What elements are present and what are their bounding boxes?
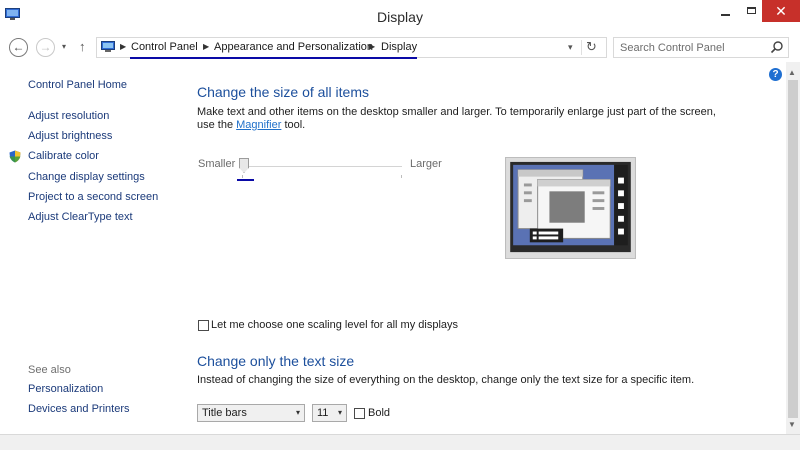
text-item-select[interactable]: Title bars ▾ bbox=[197, 404, 305, 422]
adjust-brightness-link[interactable]: Adjust brightness bbox=[28, 130, 112, 142]
magnifier-link[interactable]: Magnifier bbox=[236, 119, 281, 131]
size-slider-thumb[interactable] bbox=[239, 158, 249, 173]
scroll-down-icon[interactable]: ▼ bbox=[788, 420, 796, 429]
bold-checkbox-label[interactable]: Bold bbox=[368, 407, 390, 419]
uac-shield-icon bbox=[9, 150, 21, 163]
breadcrumb-control-panel[interactable]: Control Panel bbox=[131, 41, 198, 53]
bold-checkbox[interactable] bbox=[354, 408, 365, 419]
title-bar: Display ✕ bbox=[0, 0, 800, 34]
size-slider-track[interactable] bbox=[242, 166, 402, 167]
control-panel-home-link[interactable]: Control Panel Home bbox=[28, 79, 127, 91]
adjust-resolution-link[interactable]: Adjust resolution bbox=[28, 110, 109, 122]
size-description-line1: Make text and other items on the desktop… bbox=[197, 106, 716, 118]
slider-min-label: Smaller bbox=[198, 158, 236, 170]
close-icon: ✕ bbox=[775, 3, 787, 19]
slider-max-label: Larger bbox=[410, 158, 442, 170]
vertical-scrollbar[interactable]: ▲ ▼ bbox=[786, 62, 800, 434]
breadcrumb-separator-icon: ▶ bbox=[203, 42, 210, 51]
refresh-icon[interactable]: ↻ bbox=[586, 39, 597, 55]
breadcrumb-display[interactable]: Display bbox=[381, 41, 417, 53]
window-bottom-strip bbox=[0, 435, 800, 450]
search-box[interactable]: Search Control Panel bbox=[613, 37, 789, 58]
display-preview-image bbox=[505, 157, 636, 259]
navigation-bar: ← → ▾ ↑ ▶ Control Panel ▶ Appearance and… bbox=[0, 34, 800, 62]
slider-tick bbox=[401, 175, 402, 178]
one-scaling-level-label[interactable]: Let me choose one scaling level for all … bbox=[211, 319, 458, 331]
close-button[interactable]: ✕ bbox=[762, 0, 800, 22]
forward-button[interactable]: → bbox=[36, 38, 55, 57]
scroll-up-icon[interactable]: ▲ bbox=[788, 68, 796, 77]
text-size-select-value: 11 bbox=[317, 407, 329, 419]
text-size-heading: Change only the text size bbox=[197, 353, 355, 369]
text-size-select[interactable]: 11 ▾ bbox=[312, 404, 347, 422]
change-display-settings-link[interactable]: Change display settings bbox=[28, 171, 145, 183]
search-placeholder: Search Control Panel bbox=[620, 42, 725, 54]
search-icon[interactable] bbox=[770, 40, 784, 54]
text-item-select-value: Title bars bbox=[202, 407, 247, 419]
address-history-dropdown-icon[interactable]: ▾ bbox=[568, 42, 573, 53]
chevron-down-icon: ▾ bbox=[337, 408, 342, 417]
size-description-prefix: use the bbox=[197, 119, 237, 131]
see-also-heading: See also bbox=[28, 364, 71, 376]
help-button[interactable]: ? bbox=[769, 68, 782, 81]
calibrate-color-link[interactable]: Calibrate color bbox=[28, 150, 99, 162]
back-button[interactable]: ← bbox=[9, 38, 28, 57]
personalization-link[interactable]: Personalization bbox=[28, 383, 103, 395]
size-description-suffix: tool. bbox=[281, 119, 306, 131]
adjust-cleartype-link[interactable]: Adjust ClearType text bbox=[28, 211, 133, 223]
address-divider bbox=[581, 40, 582, 55]
breadcrumb-separator-icon: ▶ bbox=[120, 42, 127, 51]
control-panel-icon bbox=[101, 41, 115, 52]
one-scaling-level-checkbox[interactable] bbox=[198, 320, 209, 331]
size-description-line2: use the Magnifier tool. bbox=[197, 119, 305, 131]
devices-and-printers-link[interactable]: Devices and Printers bbox=[28, 403, 130, 415]
window-title: Display bbox=[377, 9, 423, 25]
breadcrumb-separator-icon: ▶ bbox=[369, 42, 376, 51]
left-navigation-pane: Control Panel Home Adjust resolution Adj… bbox=[0, 62, 190, 432]
address-bar[interactable]: ▶ Control Panel ▶ Appearance and Persona… bbox=[96, 37, 607, 59]
minimize-icon bbox=[721, 14, 730, 16]
size-all-items-heading: Change the size of all items bbox=[197, 84, 369, 100]
project-second-screen-link[interactable]: Project to a second screen bbox=[28, 191, 158, 203]
minimize-button[interactable] bbox=[712, 0, 740, 22]
up-level-button[interactable]: ↑ bbox=[79, 39, 86, 54]
scrollbar-thumb[interactable] bbox=[788, 80, 798, 418]
chevron-down-icon: ▾ bbox=[295, 408, 300, 417]
slider-tick bbox=[242, 175, 243, 178]
slider-focus-underline bbox=[237, 179, 254, 181]
breadcrumb-appearance[interactable]: Appearance and Personalization bbox=[214, 41, 373, 53]
recent-locations-icon[interactable]: ▾ bbox=[62, 42, 66, 51]
breadcrumb-focus-underline bbox=[130, 57, 417, 59]
maximize-icon bbox=[747, 7, 756, 14]
text-size-description: Instead of changing the size of everythi… bbox=[197, 374, 695, 386]
